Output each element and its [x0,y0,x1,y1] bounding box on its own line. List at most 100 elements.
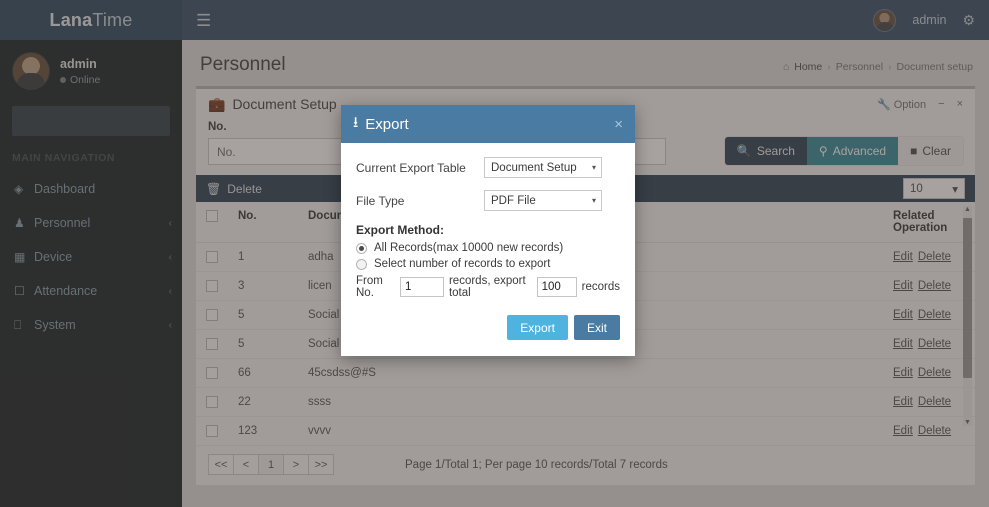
delete-link[interactable]: Delete [918,251,951,263]
sidebar-status-label: Online [70,73,101,86]
page-first-button[interactable]: << [208,454,234,476]
file-type-label: File Type [356,193,405,208]
advanced-button[interactable]: ⚲ Advanced [806,137,899,165]
chevron-left-icon: ‹ [168,319,172,331]
edit-link[interactable]: Edit [893,425,913,437]
export-modal-header: ⭳ Export × [341,105,635,143]
scrollbar-thumb[interactable] [963,218,972,378]
sidebar-item-label: Personnel [34,216,91,230]
export-modal-title: ⭳ Export [353,112,409,137]
exit-button[interactable]: Exit [573,315,620,340]
row-no: 3 [228,271,298,302]
sidebar-user-panel: admin Online [0,40,182,104]
hamburger-icon[interactable]: ☰ [196,12,211,29]
total-records-input[interactable] [536,277,577,297]
minimize-icon[interactable]: − [938,98,944,110]
page-last-button[interactable]: >> [308,454,334,476]
radio-all-records[interactable]: All Records(max 10000 new records) [356,242,620,254]
option-button[interactable]: 🔧 Option [877,98,926,111]
current-export-table-value: Document Setup [491,161,577,174]
row-checkbox[interactable] [206,251,218,263]
delete-link[interactable]: Delete [918,367,951,379]
per-page-select[interactable]: 10 ▾ [903,178,965,199]
export-modal-footer: Export Exit [356,299,620,344]
delete-link[interactable]: Delete [918,280,951,292]
current-export-table-select[interactable]: Document Setup ▾ [484,157,602,178]
brand-logo[interactable]: LanaTime [0,0,182,40]
row-checkbox-cell [196,387,228,418]
row-operations: Edit Delete [883,242,975,273]
close-icon[interactable]: × [614,117,623,132]
row-no: 5 [228,329,298,360]
page-title: Personnel [200,54,286,75]
row-no: 123 [228,416,298,447]
page-next-button[interactable]: > [283,454,309,476]
close-icon[interactable]: × [957,98,963,110]
breadcrumb-sep: › [827,61,831,73]
delete-link[interactable]: Delete [918,396,951,408]
content-header: Personnel ⌂ Home › Personnel › Document … [182,40,989,86]
sidebar-item-attendance[interactable]: ☐ Attendance ‹ [0,274,182,308]
clear-button[interactable]: ■ Clear [898,137,963,165]
edit-link[interactable]: Edit [893,338,913,350]
delete-button[interactable]: 🗑 Delete [206,182,262,196]
row-checkbox-cell [196,329,228,360]
search-button[interactable]: 🔍 Search [724,137,807,165]
filter-buttons: 🔍 Search ⚲ Advanced ■ Clear [724,137,963,165]
breadcrumb-personnel[interactable]: Personnel [836,61,883,73]
pagination-info: Page 1/Total 1; Per page 10 records/Tota… [405,458,668,471]
row-checkbox-cell [196,242,228,273]
row-operations: Edit Delete [883,416,975,447]
table-row[interactable]: 22 ssss Edit Delete [196,387,975,418]
radio-selected-icon [356,242,367,254]
export-modal-body: Current Export Table Document Setup ▾ Fi… [341,143,635,356]
row-no: 22 [228,387,298,418]
breadcrumb-home[interactable]: Home [794,61,822,73]
page-prev-button[interactable]: < [233,454,259,476]
row-checkbox[interactable] [206,396,218,409]
edit-link[interactable]: Edit [893,251,913,263]
row-checkbox[interactable] [206,367,218,380]
table-scrollbar[interactable]: ▲ ▼ [963,205,972,427]
row-checkbox-cell [196,416,228,447]
sidebar-search-input[interactable] [12,106,170,136]
users-icon: ♟ [14,216,25,230]
edit-link[interactable]: Edit [893,367,913,379]
avatar[interactable] [873,8,897,32]
file-type-select[interactable]: PDF File ▾ [484,190,602,211]
scroll-down-icon[interactable]: ▼ [963,418,972,427]
table-row[interactable]: 66 45csdss@#S Edit Delete [196,358,975,389]
sidebar-item-device[interactable]: ▦ Device ‹ [0,240,182,274]
row-checkbox[interactable] [206,425,218,438]
scroll-up-icon[interactable]: ▲ [963,205,972,214]
row-checkbox[interactable] [206,309,218,322]
from-no-label: From No. [356,275,383,299]
radio-select-number[interactable]: Select number of records to export [356,258,620,270]
status-dot-icon [60,76,66,83]
navbar-username[interactable]: admin [912,13,946,27]
from-no-input[interactable] [399,277,444,297]
export-button[interactable]: Export [507,315,568,340]
pagination: << < 1 > >> Page 1/Total 1; Per page 10 … [196,446,975,485]
page-number-button[interactable]: 1 [258,454,284,476]
row-checkbox[interactable] [206,338,218,351]
gear-icon[interactable]: ⚙ [962,12,975,29]
current-export-table-row: Current Export Table Document Setup ▾ [356,157,620,178]
delete-link[interactable]: Delete [918,309,951,321]
edit-link[interactable]: Edit [893,396,913,408]
sidebar-item-system[interactable]: ⎕ System ‹ [0,308,182,342]
sidebar-item-dashboard[interactable]: ◈ Dashboard [0,172,182,206]
edit-link[interactable]: Edit [893,280,913,292]
delete-link[interactable]: Delete [918,425,951,437]
row-doc: 45csdss@#S [298,358,883,389]
sidebar-username: admin [60,56,97,71]
edit-link[interactable]: Edit [893,309,913,321]
row-no: 66 [228,358,298,389]
brand-text: LanaTime [50,10,133,31]
table-row[interactable]: 123 vvvv Edit Delete [196,416,975,447]
delete-link[interactable]: Delete [918,338,951,350]
row-checkbox[interactable] [206,280,218,293]
select-all-checkbox[interactable] [206,210,218,222]
sidebar-item-personnel[interactable]: ♟ Personnel ‹ [0,206,182,240]
trash-icon: 🗑 [206,181,222,196]
